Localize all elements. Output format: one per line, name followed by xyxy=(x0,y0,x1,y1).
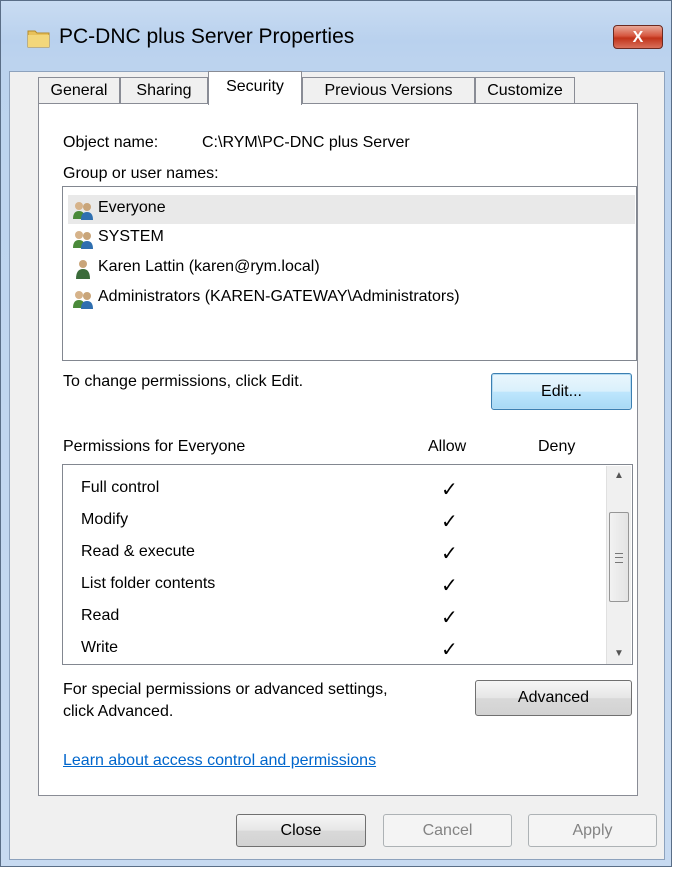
allow-check-icon: ✓ xyxy=(441,543,458,565)
properties-window: PC-DNC plus Server Properties X General … xyxy=(0,0,672,867)
user-name: Administrators (KAREN-GATEWAY\Administra… xyxy=(98,288,460,305)
permission-row: Read ✓ xyxy=(81,603,601,635)
scroll-down-arrow-icon[interactable]: ▼ xyxy=(607,644,631,664)
tab-label: Previous Versions xyxy=(324,82,453,99)
learn-access-control-link[interactable]: Learn about access control and permissio… xyxy=(63,752,376,770)
scroll-up-arrow-icon[interactable]: ▲ xyxy=(607,466,631,486)
tab-security[interactable]: Security xyxy=(208,71,302,105)
permission-row: Full control ✓ xyxy=(81,475,601,507)
allow-column-header: Allow xyxy=(428,438,467,455)
user-icon xyxy=(76,260,90,279)
allow-check-icon: ✓ xyxy=(441,639,458,661)
permission-row: Write ✓ xyxy=(81,635,601,667)
permission-row: Modify ✓ xyxy=(81,507,601,539)
group-users-icon xyxy=(73,231,93,249)
deny-column-header: Deny xyxy=(538,438,576,455)
permission-name: Write xyxy=(81,639,119,656)
cancel-button[interactable]: Cancel xyxy=(383,814,512,847)
close-button[interactable]: Close xyxy=(236,814,366,847)
user-list[interactable]: Everyone SYSTEM Karen Lattin (karen@rym.… xyxy=(62,186,637,361)
tab-sharing[interactable]: Sharing xyxy=(120,77,208,104)
security-tab-panel: Object name: C:\RYM\PC-DNC plus Server G… xyxy=(38,103,638,796)
change-permissions-text: To change permissions, click Edit. xyxy=(63,373,304,390)
user-name: SYSTEM xyxy=(98,228,164,245)
permissions-for-label: Permissions for Everyone xyxy=(63,438,246,455)
tab-label: Sharing xyxy=(136,82,192,99)
tab-customize[interactable]: Customize xyxy=(475,77,575,104)
user-row-administrators[interactable]: Administrators (KAREN-GATEWAY\Administra… xyxy=(68,284,635,313)
tab-previous-versions[interactable]: Previous Versions xyxy=(302,77,475,104)
scrollbar-thumb[interactable] xyxy=(609,512,629,602)
window-close-button[interactable]: X xyxy=(613,25,663,49)
permission-row: List folder contents ✓ xyxy=(81,571,601,603)
tab-general[interactable]: General xyxy=(38,77,120,104)
tab-label: Customize xyxy=(487,82,563,99)
user-row-system[interactable]: SYSTEM xyxy=(68,224,635,253)
permissions-scrollbar[interactable]: ▲ ▼ xyxy=(606,466,631,664)
permissions-list[interactable]: Full control ✓ Modify ✓ Read & execute ✓… xyxy=(62,464,633,665)
apply-button[interactable]: Apply xyxy=(528,814,657,847)
title-bar[interactable]: PC-DNC plus Server Properties X xyxy=(1,1,671,71)
folder-icon xyxy=(27,30,50,48)
group-user-names-label: Group or user names: xyxy=(63,165,219,182)
tab-label: General xyxy=(50,82,108,99)
allow-check-icon: ✓ xyxy=(441,479,458,501)
special-permissions-text: For special permissions or advanced sett… xyxy=(63,681,388,698)
special-permissions-text-2: click Advanced. xyxy=(63,703,174,720)
permission-name: Full control xyxy=(81,479,160,496)
object-name-value: C:\RYM\PC-DNC plus Server xyxy=(202,134,410,151)
permission-name: Read & execute xyxy=(81,543,195,560)
user-name: Karen Lattin (karen@rym.local) xyxy=(98,258,320,275)
group-users-icon xyxy=(73,202,93,220)
permission-name: Read xyxy=(81,607,120,624)
user-row-karen-lattin[interactable]: Karen Lattin (karen@rym.local) xyxy=(68,254,635,283)
group-users-icon xyxy=(73,291,93,309)
tab-label: Security xyxy=(226,78,284,95)
advanced-button[interactable]: Advanced xyxy=(475,680,632,716)
edit-button[interactable]: Edit... xyxy=(491,373,632,410)
allow-check-icon: ✓ xyxy=(441,511,458,533)
user-name: Everyone xyxy=(98,199,166,216)
user-row-everyone[interactable]: Everyone xyxy=(68,195,635,224)
allow-check-icon: ✓ xyxy=(441,607,458,629)
window-title: PC-DNC plus Server Properties xyxy=(59,25,355,48)
permission-name: List folder contents xyxy=(81,575,216,592)
permission-row: Read & execute ✓ xyxy=(81,539,601,571)
object-name-label: Object name: xyxy=(63,134,159,151)
allow-check-icon: ✓ xyxy=(441,575,458,597)
permission-name: Modify xyxy=(81,511,129,528)
